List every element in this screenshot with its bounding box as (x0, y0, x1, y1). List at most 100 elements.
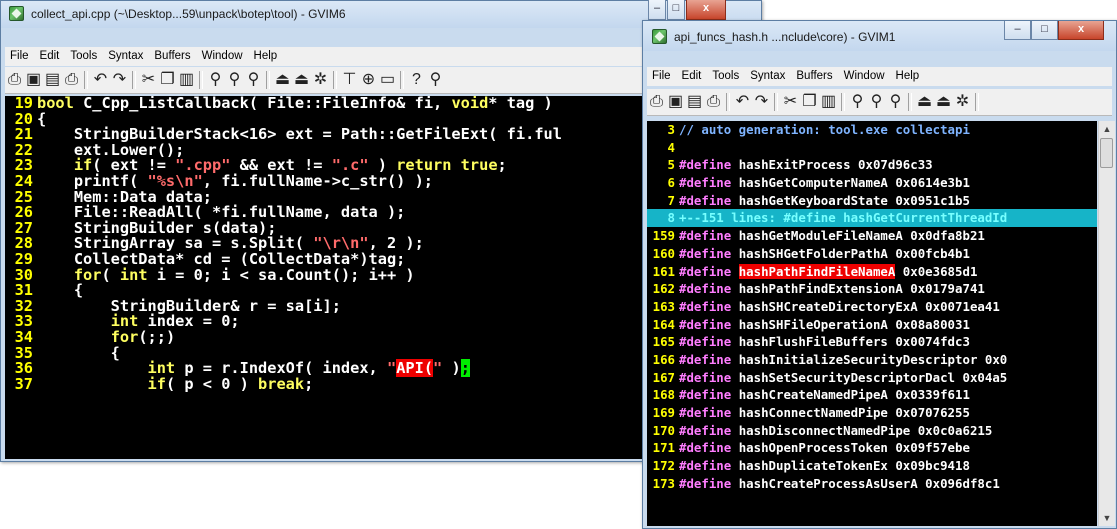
menu-help[interactable]: Help (891, 67, 926, 82)
menu-file[interactable]: File (5, 47, 35, 62)
code-line[interactable]: 4 (647, 139, 1097, 157)
load-session-icon[interactable]: ⏏ (915, 89, 934, 115)
scroll-up-icon[interactable]: ▲ (1099, 121, 1115, 137)
code-token: hashSHFileOperationA 0x08a80031 (738, 316, 970, 332)
toolbar-separator (841, 92, 845, 111)
redo-icon[interactable]: ↷ (752, 89, 771, 115)
maximize-button[interactable]: □ (667, 0, 685, 20)
find-prev-icon[interactable]: ⚲ (886, 89, 905, 115)
toolbar-separator (774, 92, 778, 111)
code-line[interactable]: 3 // auto generation: tool.exe collectapi (647, 121, 1097, 139)
code-token: if (147, 374, 166, 393)
find-replace-icon[interactable]: ⚲ (848, 89, 867, 115)
print-icon[interactable]: ⎙ (62, 67, 81, 93)
menu-help[interactable]: Help (249, 47, 284, 62)
gvim-app-icon[interactable] (652, 29, 667, 44)
line-number: 166 (652, 351, 675, 367)
paste-icon[interactable]: ▥ (819, 89, 838, 115)
toolbar-separator (199, 70, 203, 89)
code-line[interactable]: 5 #define hashExitProcess 0x07d96c33 (647, 156, 1097, 174)
save-all-icon[interactable]: ▤ (43, 67, 62, 93)
find-prev-icon[interactable]: ⚲ (244, 67, 263, 93)
code-line[interactable]: 169 #define hashConnectNamedPipe 0x070762… (647, 404, 1097, 422)
minimize-button[interactable]: – (1004, 21, 1031, 40)
menu-edit[interactable]: Edit (35, 47, 66, 62)
copy-icon[interactable]: ❐ (800, 89, 819, 115)
save-icon[interactable]: ▣ (666, 89, 685, 115)
undo-icon[interactable]: ↶ (733, 89, 752, 115)
make-icon[interactable]: ⊤ (340, 67, 359, 93)
code-line[interactable]: 172 #define hashDuplicateTokenEx 0x09bc94… (647, 457, 1097, 475)
code-line[interactable]: 159 #define hashGetModuleFileNameA 0x0dfa… (647, 227, 1097, 245)
code-token: #define (679, 192, 739, 208)
print-icon[interactable]: ⎙ (704, 89, 723, 115)
open-icon[interactable]: ⎙ (5, 67, 24, 93)
menu-tools[interactable]: Tools (65, 47, 103, 62)
window-title: collect_api.cpp (~\Desktop...59\unpack\b… (31, 7, 346, 21)
code-line[interactable]: 163 #define hashSHCreateDirectoryExA 0x00… (647, 298, 1097, 316)
code-token: hashDisconnectNamedPipe 0x0c0a6215 (738, 422, 993, 438)
redo-icon[interactable]: ↷ (110, 67, 129, 93)
run-script-icon[interactable]: ✲ (953, 89, 972, 115)
save-session-icon[interactable]: ⏏ (934, 89, 953, 115)
undo-icon[interactable]: ↶ (91, 67, 110, 93)
minimize-button[interactable]: – (648, 0, 666, 20)
menu-buffers[interactable]: Buffers (149, 47, 196, 62)
gvim-app-icon[interactable] (9, 6, 24, 21)
menu-syntax[interactable]: Syntax (745, 67, 791, 82)
code-token: // auto generation: tool.exe collectapi (679, 122, 970, 137)
title-bar[interactable]: api_funcs_hash.h ...nclude\core) - GVIM1… (643, 21, 1116, 51)
code-token: hashSHGetFolderPathA 0x00fcb4b1 (738, 245, 970, 261)
open-icon[interactable]: ⎙ (647, 89, 666, 115)
code-line[interactable]: 173 #define hashCreateProcessAsUserA 0x09… (647, 475, 1097, 493)
paste-icon[interactable]: ▥ (177, 67, 196, 93)
code-token: hashGetModuleFileNameA 0x0dfa8b21 (738, 228, 985, 244)
find-next-icon[interactable]: ⚲ (225, 67, 244, 93)
close-button[interactable]: x (686, 0, 726, 20)
code-token: hashOpenProcessToken 0x09f57ebe (738, 440, 970, 456)
tag-jump-icon[interactable]: ▭ (378, 67, 397, 93)
code-line[interactable]: 166 #define hashInitializeSecurityDescrip… (647, 351, 1097, 369)
cut-icon[interactable]: ✂ (139, 67, 158, 93)
find-next-icon[interactable]: ⚲ (867, 89, 886, 115)
code-line[interactable]: 167 #define hashSetSecurityDescriptorDacl… (647, 369, 1097, 387)
menu-window[interactable]: Window (197, 47, 249, 62)
run-script-icon[interactable]: ✲ (311, 67, 330, 93)
find-help-icon[interactable]: ⚲ (426, 67, 445, 93)
menu-edit[interactable]: Edit (677, 67, 708, 82)
code-line[interactable]: 164 #define hashSHFileOperationA 0x08a800… (647, 316, 1097, 334)
find-replace-icon[interactable]: ⚲ (206, 67, 225, 93)
code-line[interactable]: 168 #define hashCreateNamedPipeA 0x0339f6… (647, 386, 1097, 404)
load-session-icon[interactable]: ⏏ (273, 67, 292, 93)
save-all-icon[interactable]: ▤ (685, 89, 704, 115)
code-editor[interactable]: 3 // auto generation: tool.exe collectapi… (647, 121, 1097, 526)
scroll-down-icon[interactable]: ▼ (1099, 510, 1115, 526)
menu-syntax[interactable]: Syntax (103, 47, 149, 62)
maximize-button[interactable]: □ (1031, 21, 1058, 40)
save-icon[interactable]: ▣ (24, 67, 43, 93)
code-line[interactable]: 171 #define hashOpenProcessToken 0x09f57e… (647, 439, 1097, 457)
run-ctags-icon[interactable]: ⊕ (359, 67, 378, 93)
menu-tools[interactable]: Tools (707, 67, 745, 82)
code-line[interactable]: 170 #define hashDisconnectNamedPipe 0x0c0… (647, 422, 1097, 440)
help-icon[interactable]: ? (407, 67, 426, 93)
code-line[interactable]: 162 #define hashPathFindExtensionA 0x0179… (647, 280, 1097, 298)
copy-icon[interactable]: ❐ (158, 67, 177, 93)
code-token: hashExitProcess 0x07d96c33 (738, 157, 933, 173)
code-line[interactable]: 165 #define hashFlushFileBuffers 0x0074fd… (647, 333, 1097, 351)
cut-icon[interactable]: ✂ (781, 89, 800, 115)
close-button[interactable]: x (1058, 21, 1104, 40)
menu-buffers[interactable]: Buffers (791, 67, 838, 82)
code-line[interactable]: 161 #define hashPathFindFileNameA 0x0e368… (647, 263, 1097, 281)
vertical-scrollbar[interactable]: ▲ ▼ (1098, 121, 1115, 526)
code-line[interactable]: 6 #define hashGetComputerNameA 0x0614e3b1 (647, 174, 1097, 192)
code-line[interactable]: 160 #define hashSHGetFolderPathA 0x00fcb4… (647, 245, 1097, 263)
toolbar-separator (726, 92, 730, 111)
fold-line[interactable]: 8 +--151 lines: #define hashGetCurrentThr… (647, 209, 1097, 228)
scroll-thumb[interactable] (1100, 138, 1113, 168)
code-line[interactable]: 7 #define hashGetKeyboardState 0x0951c1b5 (647, 192, 1097, 210)
save-session-icon[interactable]: ⏏ (292, 67, 311, 93)
menu-window[interactable]: Window (839, 67, 891, 82)
menu-file[interactable]: File (647, 67, 677, 82)
